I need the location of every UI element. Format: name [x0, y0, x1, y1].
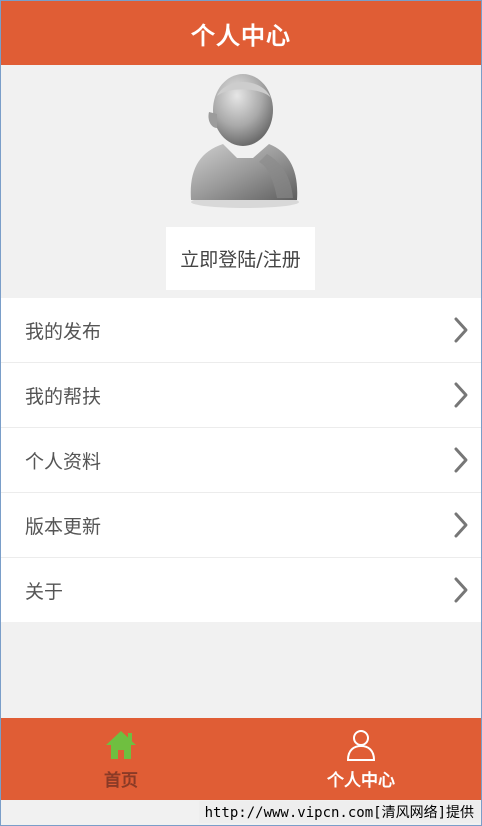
menu-item-label: 版本更新 [25, 515, 102, 538]
tab-personal-center[interactable]: 个人中心 [241, 718, 481, 800]
menu-item-about[interactable]: 关于 [1, 558, 481, 622]
menu-item-my-help[interactable]: 我的帮扶 [1, 363, 481, 428]
menu-item-profile-info[interactable]: 个人资料 [1, 428, 481, 493]
menu-item-label: 我的帮扶 [25, 385, 102, 408]
page-title: 个人中心 [1, 1, 481, 65]
menu-item-label: 关于 [25, 580, 64, 603]
home-icon [106, 730, 136, 759]
login-register-button[interactable]: 立即登陆/注册 [166, 227, 315, 290]
chevron-right-icon [454, 382, 468, 408]
tab-home[interactable]: 首页 [1, 718, 241, 800]
chevron-right-icon [454, 317, 468, 343]
user-silhouette-icon[interactable] [181, 70, 305, 210]
menu-item-my-posts[interactable]: 我的发布 [1, 298, 481, 363]
bottom-tab-bar: 首页 个人中心 [1, 718, 481, 800]
menu-list: 我的发布 我的帮扶 个人资料 版本更新 关于 [1, 298, 481, 622]
watermark-text: http://www.vipcn.com[清风网络]提供 [198, 801, 480, 823]
menu-item-label: 我的发布 [25, 320, 102, 343]
chevron-right-icon [454, 447, 468, 473]
person-icon [346, 729, 376, 761]
chevron-right-icon [454, 577, 468, 603]
tab-label: 个人中心 [327, 770, 395, 791]
tab-label: 首页 [104, 770, 138, 791]
menu-item-version-update[interactable]: 版本更新 [1, 493, 481, 558]
menu-item-label: 个人资料 [25, 450, 102, 473]
chevron-right-icon [454, 512, 468, 538]
